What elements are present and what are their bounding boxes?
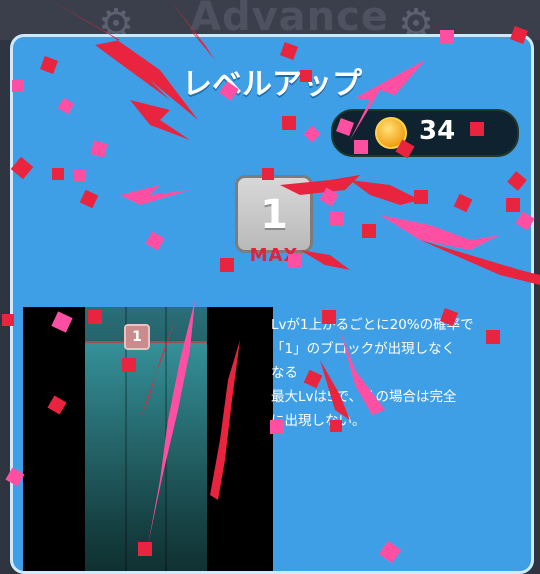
description-line: 「1」のブロックが出現しなく: [271, 341, 456, 357]
mini-block: 1: [124, 324, 150, 350]
coin-count: 34: [419, 116, 456, 146]
level-value: 1: [260, 192, 288, 238]
description-line: なる: [271, 365, 298, 381]
description-line: Lvが1上がるごとに20%の確率で: [271, 317, 474, 333]
coin-counter: 34: [331, 109, 519, 157]
level-block[interactable]: 1: [235, 175, 313, 253]
description-text: Lvが1上がるごとに20%の確率で 「1」のブロックが出現しなく なる 最大Lv…: [271, 313, 511, 433]
coin-icon: [375, 117, 407, 149]
mini-block-label: 1: [132, 329, 142, 345]
panel-title: レベルアップ: [182, 67, 362, 102]
description-line: に出現しない。: [271, 413, 366, 429]
preview-band: [85, 341, 207, 571]
level-up-panel: レベルアップ 34 1 MAX Lvが1上がるごとに20%の確率で 「1」のブロ…: [10, 34, 534, 574]
max-label: MAX: [249, 245, 299, 266]
lane-divider: [165, 307, 167, 571]
description-line: 最大Lvは5で、その場合は完全: [271, 389, 457, 405]
